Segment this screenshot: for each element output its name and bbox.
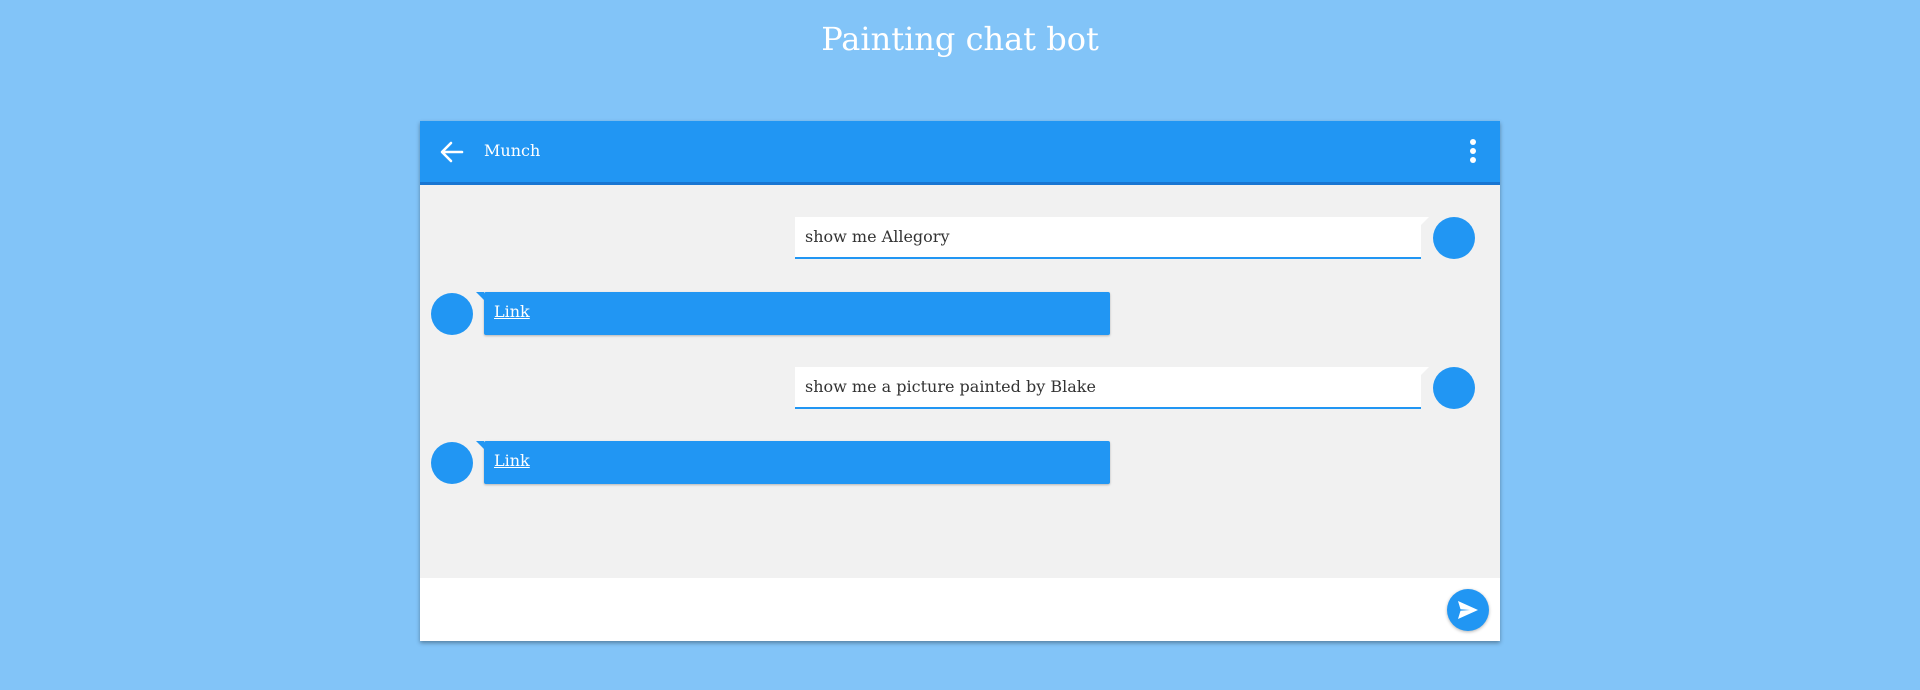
message-row-user: show me a picture painted by Blake [420, 367, 1500, 413]
message-input[interactable] [434, 588, 1418, 632]
user-message-text: show me a picture painted by Blake [805, 377, 1096, 396]
bot-avatar [431, 293, 473, 335]
result-link[interactable]: Link [494, 302, 530, 321]
bot-message-bubble: Link [476, 441, 1110, 484]
more-vert-icon[interactable] [1468, 139, 1478, 167]
chat-contact-name: Munch [484, 141, 541, 160]
user-message-text: show me Allegory [805, 227, 950, 246]
message-row-bot: Link [420, 292, 1500, 338]
arrow-left-icon[interactable] [438, 138, 466, 166]
user-message-bubble: show me Allegory [795, 217, 1429, 259]
user-message-bubble: show me a picture painted by Blake [795, 367, 1429, 409]
chat-window: Munch show me Allegory Link show me a pi… [420, 121, 1500, 641]
message-list: show me Allegory Link show me a picture … [420, 185, 1500, 578]
user-avatar [1433, 217, 1475, 259]
chat-header: Munch [420, 121, 1500, 185]
user-avatar [1433, 367, 1475, 409]
send-icon[interactable] [1447, 589, 1489, 631]
bot-message-bubble: Link [476, 292, 1110, 335]
bot-avatar [431, 442, 473, 484]
message-composer [420, 578, 1500, 641]
result-link[interactable]: Link [494, 451, 530, 470]
message-row-bot: Link [420, 441, 1500, 487]
message-row-user: show me Allegory [420, 217, 1500, 263]
page-title: Painting chat bot [821, 20, 1099, 58]
